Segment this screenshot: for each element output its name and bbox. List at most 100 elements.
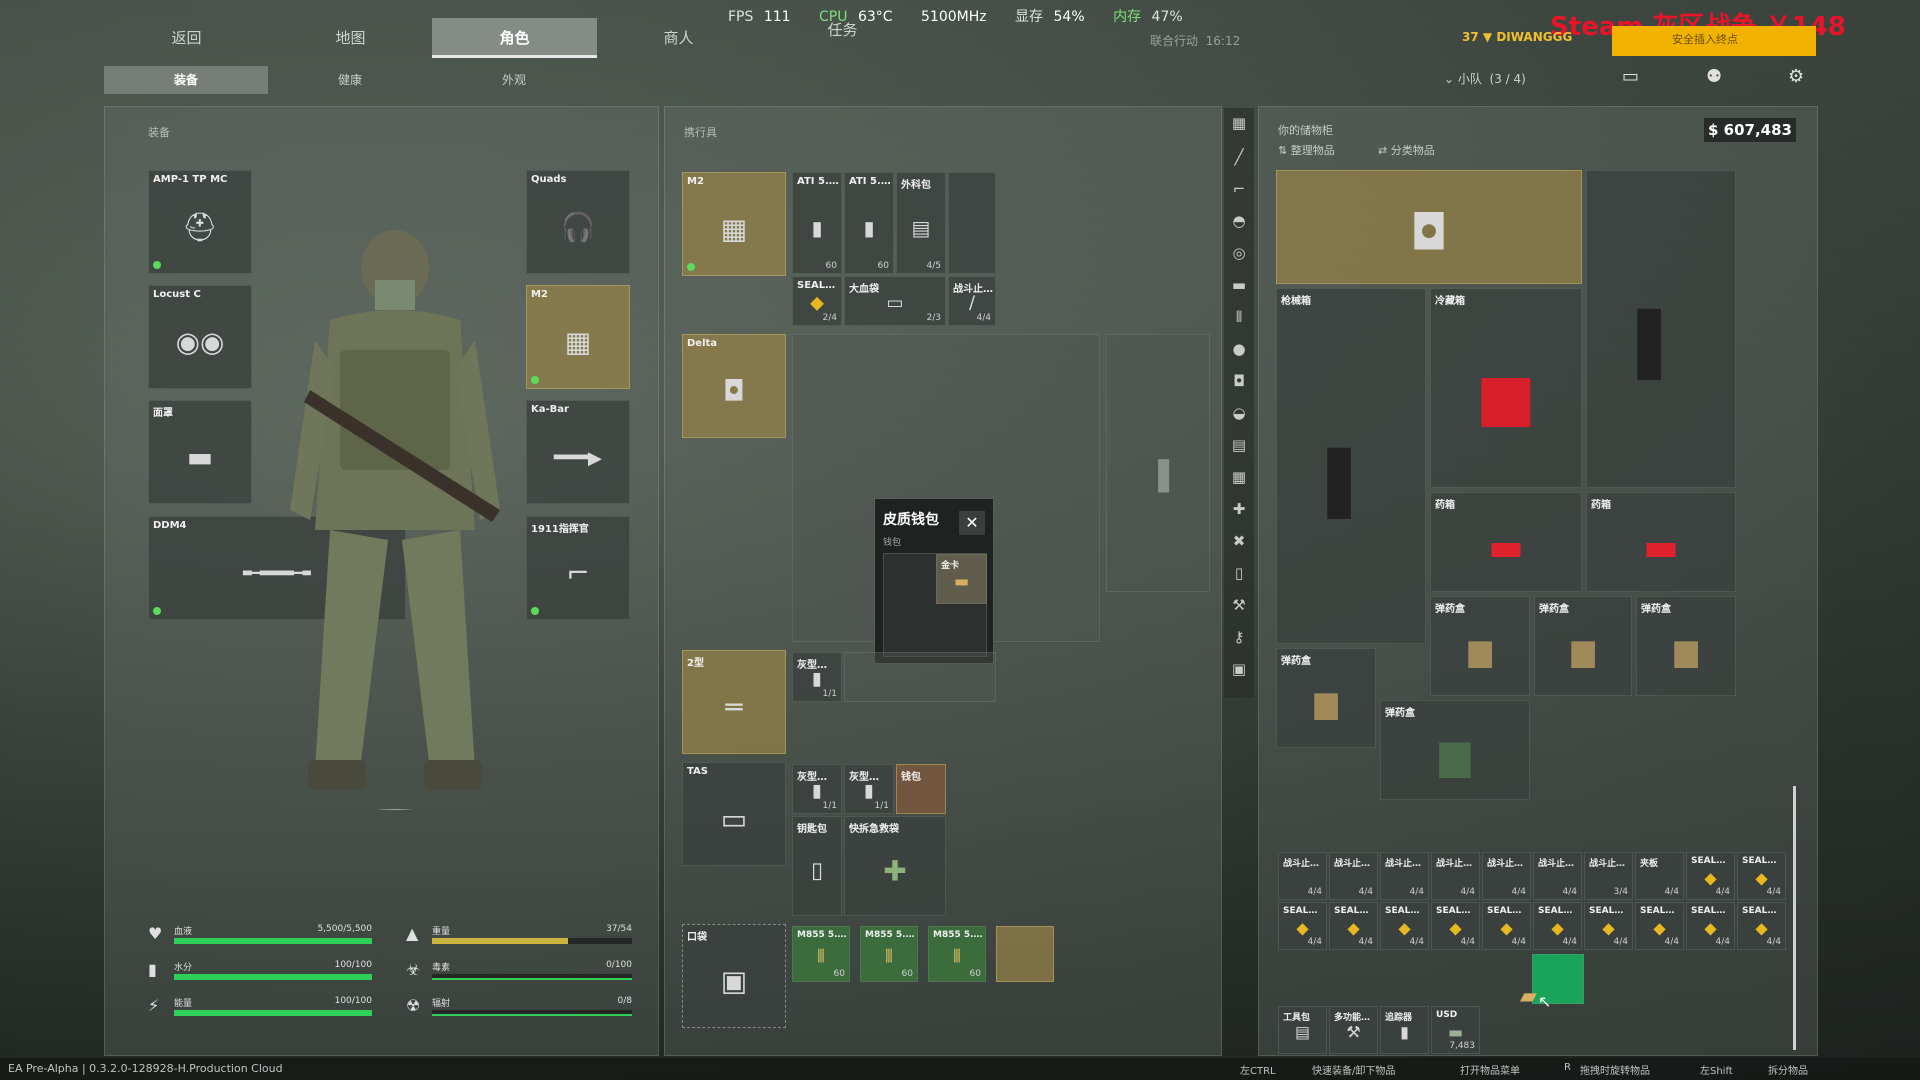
stash-item[interactable]: USD ▬ 7,483 [1431, 1006, 1480, 1054]
subtab-equipment[interactable]: 装备 [104, 66, 268, 94]
sidearm-slot[interactable]: 1911指挥官 ⌐ [526, 516, 630, 620]
stash-scrollbar[interactable] [1793, 786, 1796, 1050]
bottle-icon[interactable]: ▯ [1229, 564, 1249, 582]
headset-slot[interactable]: Quads 🎧 [526, 170, 630, 274]
stash-item[interactable]: 工具包 ▤ [1278, 1006, 1327, 1054]
pocket-item[interactable]: M855 5.… ⦀ 60 [860, 926, 918, 982]
stash-item[interactable]: 多功能… ⚒ [1329, 1006, 1378, 1054]
stash-ammo-box[interactable]: 弹药盒 ▆ [1636, 596, 1736, 696]
magazine-icon[interactable]: ▬ [1229, 276, 1249, 294]
case-item-wallet[interactable]: 钱包 [896, 764, 946, 814]
rig-item[interactable]: SEAL… ◆ 2/4 [792, 276, 842, 326]
tab-trader[interactable]: 商人 [596, 18, 761, 58]
scope-icon[interactable]: ◎ [1229, 244, 1249, 262]
stash-item[interactable]: 战斗止… 4/4 [1278, 852, 1327, 900]
stash-item[interactable]: SEAL… ◆ 4/4 [1278, 902, 1327, 950]
rig-empty-cell[interactable] [948, 172, 996, 274]
stash-item[interactable]: SEAL… ◆ 4/4 [1584, 902, 1633, 950]
stash-medbox[interactable]: 药箱 ▬ [1430, 492, 1582, 592]
stash-medbox[interactable]: 药箱 ▬ [1586, 492, 1736, 592]
tools-icon[interactable]: ✖ [1229, 532, 1249, 550]
key-icon[interactable]: ⚷ [1229, 628, 1249, 646]
tab-character[interactable]: 角色 [432, 18, 597, 58]
stash-item[interactable]: 夹板 4/4 [1635, 852, 1684, 900]
backpack-icon[interactable]: ◘ [1229, 372, 1249, 390]
stash-item[interactable]: 战斗止… 4/4 [1533, 852, 1582, 900]
rifle-icon[interactable]: ╱ [1229, 148, 1249, 166]
sort-button[interactable]: ⇅ 整理物品 [1278, 142, 1335, 158]
tab-back[interactable]: 返回 [104, 18, 269, 58]
rig-item[interactable]: 外科包 ▤ 4/5 [896, 172, 946, 274]
case-item[interactable]: 快拆急救袋 ✚ [844, 816, 946, 916]
grenade-icon[interactable]: ● [1229, 340, 1249, 358]
stash-gun-case[interactable]: 枪械箱 ▌ [1276, 288, 1426, 644]
stash-item[interactable]: SEAL… ◆ 4/4 [1329, 902, 1378, 950]
stash-ammo-box[interactable]: 弹药盒 ▆ [1276, 648, 1376, 748]
backpack-slot[interactable]: Delta ◘ [682, 334, 786, 438]
friends-icon[interactable]: ⚉ [1706, 66, 1722, 87]
ammo-icon[interactable]: ⦀ [1229, 308, 1249, 326]
category-button[interactable]: ⇄ 分类物品 [1378, 142, 1435, 158]
rig-item[interactable]: 大血袋 ▭ 2/3 [844, 276, 946, 326]
case-slot[interactable]: TAS ▭ [682, 762, 786, 866]
belt-slot[interactable]: 2型 ═ [682, 650, 786, 754]
case-item[interactable]: 灰型… ▮ 1/1 [844, 764, 894, 814]
belt-item[interactable]: 灰型… ▮ 1/1 [792, 652, 842, 702]
rig-item[interactable]: ATI 5.… ▮ 60 [792, 172, 842, 274]
wrench-icon[interactable]: ⚒ [1229, 596, 1249, 614]
stash-backpack[interactable]: ◘ [1276, 170, 1582, 284]
stash-item[interactable]: 战斗止… 4/4 [1329, 852, 1378, 900]
pistol-icon[interactable]: ⌐ [1229, 180, 1249, 198]
stash-cooler[interactable]: 冷藏箱 ■ [1430, 288, 1582, 488]
subtab-appearance[interactable]: 外观 [432, 66, 596, 94]
vest-icon[interactable]: ▦ [1229, 468, 1249, 486]
subtab-health[interactable]: 健康 [268, 66, 432, 94]
stash-ammo-box-green[interactable]: 弹药盒 ▆ [1380, 700, 1530, 800]
pocket-item[interactable]: M855 5.… ⦀ 60 [792, 926, 850, 982]
stash-item[interactable]: 追踪器 ▮ [1380, 1006, 1429, 1054]
stash-item[interactable]: 战斗止… 4/4 [1380, 852, 1429, 900]
grid-icon[interactable]: ▦ [1229, 114, 1249, 132]
rig-slot[interactable]: M2 ▦ [682, 172, 786, 276]
eyewear-slot[interactable]: Locust C ◉◉ [148, 285, 252, 389]
tab-map[interactable]: 地图 [268, 18, 433, 58]
squad-info[interactable]: ⌄ 小队 (3 / 4) [1444, 70, 1526, 87]
helmet-slot[interactable]: AMP-1 TP MC ⛑ [148, 170, 252, 274]
stash-item[interactable]: SEAL… ◆ 4/4 [1380, 902, 1429, 950]
pocket-item[interactable]: M855 5.… ⦀ 60 [928, 926, 986, 982]
stash-ammo-box[interactable]: 弹药盒 ▆ [1430, 596, 1530, 696]
helmet-icon[interactable]: ◓ [1229, 212, 1249, 230]
box-icon[interactable]: ▣ [1229, 660, 1249, 678]
stash-item[interactable]: 战斗止… 4/4 [1482, 852, 1531, 900]
rig-item[interactable]: ATI 5.… ▮ 60 [844, 172, 894, 274]
pocket-empty-highlight[interactable] [996, 926, 1054, 982]
chat-icon[interactable]: ▭ [1622, 66, 1639, 87]
pocket-slot[interactable]: 口袋 ▣ [682, 924, 786, 1028]
stash-item[interactable]: 战斗止… 4/4 [1431, 852, 1480, 900]
case-item[interactable]: 钥匙包 ▯ [792, 816, 842, 916]
stash-item[interactable]: SEAL… ◆ 4/4 [1431, 902, 1480, 950]
stash-item[interactable]: SEAL… ◆ 4/4 [1737, 902, 1786, 950]
gold-card-slot[interactable]: 金卡 ▬ [936, 554, 987, 604]
case-item[interactable]: 灰型… ▮ 1/1 [792, 764, 842, 814]
stash-item[interactable]: SEAL… ◆ 4/4 [1635, 902, 1684, 950]
stash-item[interactable]: SEAL… ◆ 4/4 [1533, 902, 1582, 950]
weapon-ghost-slot[interactable]: ▐ [1106, 334, 1210, 592]
stash-item[interactable]: SEAL… ◆ 4/4 [1686, 902, 1735, 950]
stash-gun-case-2[interactable]: ▌ [1586, 170, 1736, 488]
belt-empty[interactable] [844, 652, 996, 702]
knife-slot[interactable]: Ka-Bar ━━▸ [526, 400, 630, 504]
tab-tasks[interactable]: 任务 [760, 10, 925, 50]
gear-icon[interactable]: ⚙ [1788, 66, 1804, 87]
stash-item[interactable]: SEAL… ◆ 4/4 [1737, 852, 1786, 900]
rig-item[interactable]: 战斗止… ∕ 4/4 [948, 276, 996, 326]
stash-item[interactable]: 战斗止… 3/4 [1584, 852, 1633, 900]
close-icon[interactable]: ✕ [959, 511, 985, 535]
wallet-popup[interactable]: 皮质钱包 钱包 ✕ 金卡 ▬ [874, 498, 994, 664]
medical-icon[interactable]: ✚ [1229, 500, 1249, 518]
face-slot[interactable]: 面罩 ▬ [148, 400, 252, 504]
armor-icon[interactable]: ▤ [1229, 436, 1249, 454]
character-model[interactable] [270, 210, 520, 810]
stash-ammo-box[interactable]: 弹药盒 ▆ [1534, 596, 1632, 696]
wallet-grid[interactable]: 金卡 ▬ [883, 553, 987, 657]
